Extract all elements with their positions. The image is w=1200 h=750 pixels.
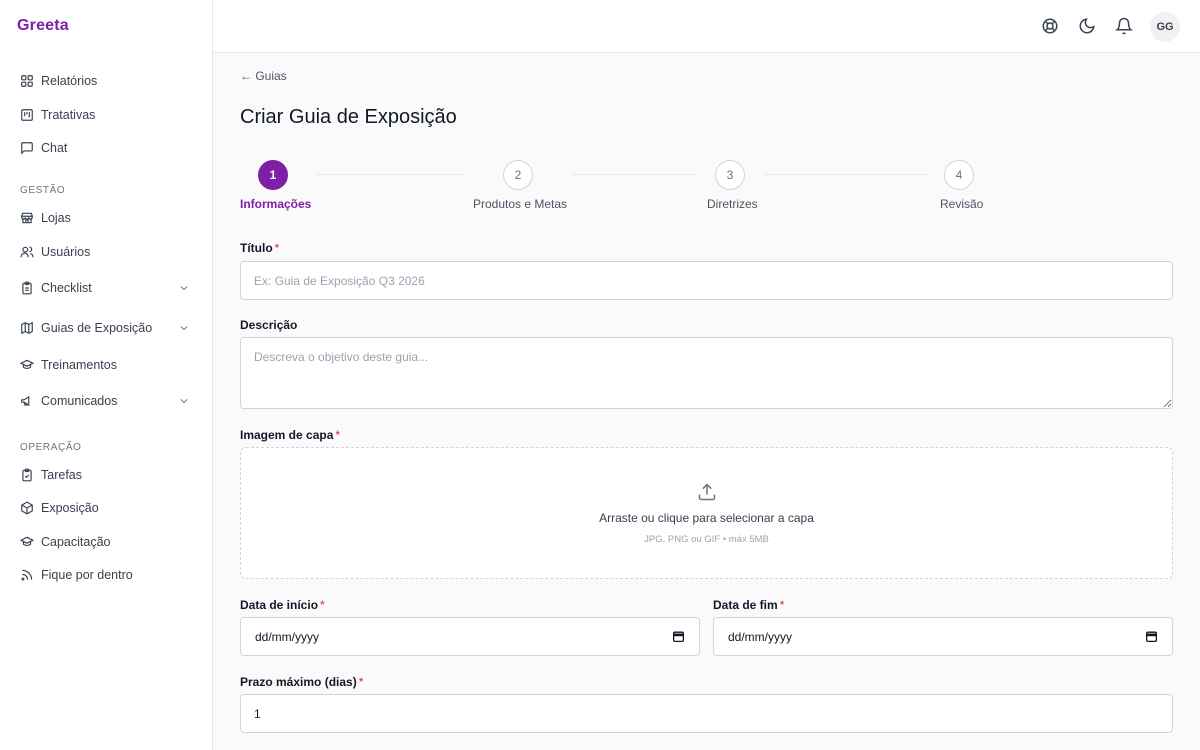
package-icon [21, 501, 33, 515]
dropzone-hint: JPG, PNG ou GIF • máx 5MB [644, 534, 769, 545]
end-date-value: dd/mm/yyyy [728, 630, 793, 644]
help-button[interactable] [1037, 13, 1063, 39]
step-connector [316, 174, 463, 175]
capa-label: Imagem de capa * [240, 428, 340, 442]
megaphone-icon [21, 395, 30, 407]
sidebar-item-label: Tratativas [41, 108, 96, 122]
capa-label-text: Imagem de capa [240, 428, 334, 442]
fim-label-text: Data de fim [713, 598, 778, 612]
sidebar-item-chat[interactable]: Chat [12, 133, 202, 163]
step-4-label: Revisão [940, 197, 984, 211]
prazo-label: Prazo máximo (dias) * [240, 675, 363, 689]
moon-icon [1079, 18, 1095, 34]
descricao-label: Descrição [240, 318, 298, 332]
section-label-gestao: GESTÃO [20, 185, 66, 196]
step-3-circle[interactable]: 3 [715, 160, 745, 190]
chevron-down-icon[interactable] [178, 395, 190, 407]
sidebar-item-checklist[interactable]: Checklist [12, 273, 202, 303]
sidebar-item-capacitacao[interactable]: Capacitação [12, 527, 202, 557]
graduation-cap-icon [20, 359, 34, 370]
lifebuoy-icon [1042, 18, 1058, 34]
clipboard-icon [22, 281, 32, 295]
dropzone-text: Arraste ou clique para selecionar a capa [599, 511, 814, 525]
start-date-input[interactable]: dd/mm/yyyy [240, 617, 700, 656]
titulo-label: Título * [240, 241, 279, 255]
sidebar-item-relatorios[interactable]: Relatórios [12, 66, 202, 96]
sidebar-item-guias-de-exposicao[interactable]: Guias de Exposição [12, 313, 202, 343]
sidebar-item-label: Tarefas [41, 468, 82, 482]
sidebar-item-label: Checklist [41, 281, 92, 295]
titulo-input[interactable] [240, 261, 1173, 300]
theme-toggle-button[interactable] [1074, 13, 1100, 39]
back-link[interactable]: ← Guias [240, 69, 287, 83]
sidebar-item-treinamentos[interactable]: Treinamentos [12, 350, 202, 380]
inicio-label: Data de início * [240, 598, 325, 612]
sidebar-item-label: Guias de Exposição [41, 321, 153, 335]
page-title: Criar Guia de Exposição [240, 106, 457, 128]
chevron-down-icon[interactable] [178, 282, 190, 294]
step-4-circle[interactable]: 4 [944, 160, 974, 190]
calendar-icon[interactable] [672, 630, 685, 643]
step-connector [764, 174, 930, 175]
avatar[interactable]: GG [1150, 12, 1180, 42]
sidebar-item-fique-por-dentro[interactable]: Fique por dentro [12, 560, 202, 590]
step-2-circle[interactable]: 2 [503, 160, 533, 190]
fim-label: Data de fim * [713, 598, 784, 612]
top-bar: GG [213, 0, 1200, 53]
cover-image-dropzone[interactable]: Arraste ou clique para selecionar a capa… [240, 447, 1173, 579]
sidebar-item-label: Capacitação [41, 535, 111, 549]
required-mark: * [320, 598, 325, 612]
required-mark: * [779, 598, 785, 612]
sidebar-item-comunicados[interactable]: Comunicados [12, 386, 202, 416]
start-date-value: dd/mm/yyyy [255, 630, 320, 644]
notifications-button[interactable] [1111, 13, 1137, 39]
sidebar-item-label: Comunicados [41, 394, 118, 408]
sidebar-item-label: Exposição [41, 501, 99, 515]
inicio-label-text: Data de início [240, 598, 319, 612]
step-3-label: Diretrizes [707, 197, 758, 211]
sidebar-item-label: Treinamentos [41, 358, 117, 372]
calendar-icon[interactable] [1145, 630, 1158, 643]
sidebar-item-exposicao[interactable]: Exposição [12, 493, 202, 523]
step-1-circle[interactable]: 1 [258, 160, 288, 190]
users-icon [20, 246, 34, 258]
store-icon [21, 212, 33, 224]
sidebar-item-tarefas[interactable]: Tarefas [12, 460, 202, 490]
app-logo[interactable]: Greeta [17, 17, 69, 35]
sidebar-item-label: Fique por dentro [41, 568, 133, 582]
descricao-textarea[interactable] [240, 337, 1173, 409]
sidebar-item-label: Usuários [41, 245, 91, 259]
required-mark: * [335, 428, 341, 442]
chat-icon [21, 142, 33, 155]
titulo-label-text: Título [240, 241, 273, 255]
step-1-label: Informações [240, 197, 312, 211]
graduation-cap-icon [20, 536, 34, 547]
step-connector [573, 174, 697, 175]
grid-icon [21, 75, 33, 87]
sidebar-item-usuarios[interactable]: Usuários [12, 237, 202, 267]
clipboard-check-icon [22, 468, 32, 482]
prazo-label-text: Prazo máximo (dias) [240, 675, 357, 689]
map-icon [21, 321, 33, 335]
step-2-label: Produtos e Metas [473, 197, 568, 211]
upload-icon [698, 483, 716, 501]
sidebar-item-tratativas[interactable]: Tratativas [12, 100, 202, 130]
required-mark: * [358, 675, 364, 689]
sidebar-item-label: Relatórios [41, 74, 98, 88]
sidebar-item-label: Chat [41, 141, 68, 155]
required-mark: * [274, 241, 280, 255]
sidebar: Greeta Relatórios Tratativas Chat GESTÃO… [0, 0, 213, 750]
kanban-icon [21, 109, 33, 121]
end-date-input[interactable]: dd/mm/yyyy [713, 617, 1173, 656]
sidebar-item-label: Lojas [41, 211, 71, 225]
sidebar-item-lojas[interactable]: Lojas [12, 203, 202, 233]
chevron-down-icon[interactable] [178, 322, 190, 334]
section-label-operacao: OPERAÇÃO [20, 442, 82, 453]
bell-icon [1115, 17, 1133, 35]
prazo-input[interactable] [240, 694, 1173, 733]
rss-icon [21, 569, 33, 581]
